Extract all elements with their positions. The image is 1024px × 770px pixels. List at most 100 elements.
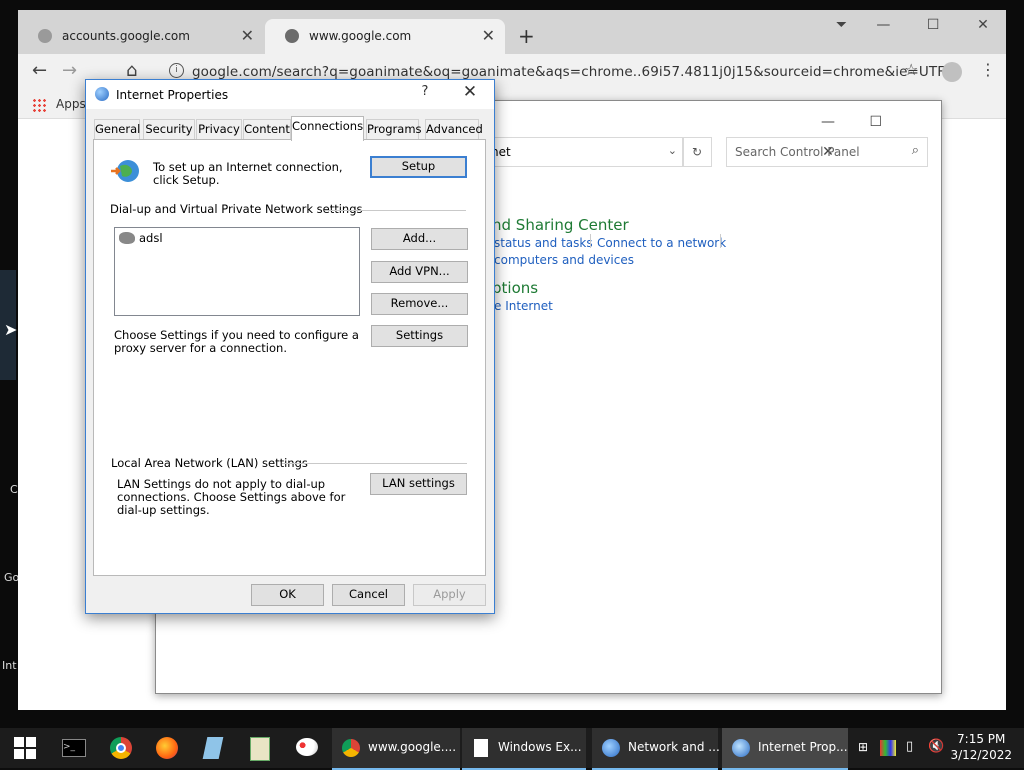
divider <box>720 234 721 248</box>
network-icon <box>602 739 620 757</box>
connections-panel: To set up an Internet connection, click … <box>93 139 486 576</box>
paint-icon[interactable] <box>292 728 322 768</box>
setup-description: To set up an Internet connection, click … <box>153 160 343 187</box>
system-clock[interactable]: 7:15 PM 3/12/2022 <box>950 731 1012 763</box>
control-panel-address-bar[interactable]: net ⌄ <box>486 137 684 167</box>
link-internet[interactable]: e Internet <box>494 299 553 313</box>
add-vpn-button[interactable]: Add VPN... <box>371 261 468 283</box>
tab-connections[interactable]: Connections <box>291 116 364 141</box>
link-view-status[interactable]: status and tasks <box>494 236 593 250</box>
group-divider <box>282 463 467 464</box>
lan-settings-button[interactable]: LAN settings <box>370 473 467 495</box>
setup-button[interactable]: Setup <box>370 156 467 178</box>
tab-advanced[interactable]: Advanced <box>425 119 483 140</box>
group-divider <box>325 210 466 211</box>
close-icon[interactable]: ✕ <box>482 26 495 45</box>
info-icon[interactable]: i <box>169 63 184 78</box>
divider <box>590 234 591 248</box>
browser-tab[interactable]: accounts.google.com ✕ <box>18 19 264 54</box>
maximize-icon[interactable]: ☐ <box>854 107 898 137</box>
chrome-icon[interactable] <box>108 728 134 768</box>
remove-button[interactable]: Remove... <box>371 293 468 315</box>
apps-bookmark[interactable]: Apps <box>56 97 86 111</box>
mouse-cursor-icon: ➤ <box>4 320 18 339</box>
link-computers-devices[interactable]: computers and devices <box>494 253 634 267</box>
taskbar-app-label: Windows Ex... <box>498 740 582 754</box>
color-tray-icon[interactable] <box>880 740 896 756</box>
chevron-down-icon[interactable]: ⌄ <box>668 144 677 157</box>
globe-icon <box>285 29 299 43</box>
home-icon[interactable]: ⌂ <box>126 60 137 81</box>
spreadsheet-icon[interactable] <box>246 728 272 768</box>
help-button[interactable]: ? <box>412 84 438 104</box>
star-icon[interactable]: ☆ <box>904 60 918 79</box>
tab-general[interactable]: General <box>94 119 140 140</box>
taskbar-app-label: www.google.... <box>368 740 457 754</box>
forward-icon[interactable]: → <box>62 60 77 81</box>
internet-connection-icon <box>110 157 140 185</box>
close-icon[interactable]: ✕ <box>960 10 1006 40</box>
clock-time: 7:15 PM <box>957 732 1006 746</box>
clock-date: 3/12/2022 <box>950 748 1012 762</box>
tab-content[interactable]: Content <box>243 119 291 140</box>
maximize-icon[interactable]: ☐ <box>910 10 956 40</box>
link-connect-network[interactable]: Connect to a network <box>597 236 726 250</box>
taskbar-app-label: Internet Prop... <box>758 740 848 754</box>
browser-tab-active[interactable]: www.google.com ✕ <box>265 19 505 54</box>
lan-group-label: Local Area Network (LAN) settings <box>111 456 308 470</box>
minimize-icon[interactable]: — <box>806 107 850 137</box>
notepad-icon[interactable] <box>200 728 226 768</box>
taskbar-app-windows-explorer[interactable]: Windows Ex... <box>462 728 586 770</box>
connection-name: adsl <box>139 231 163 245</box>
dialup-connection-icon <box>119 232 135 244</box>
firefox-icon[interactable] <box>154 728 180 768</box>
desktop-icon-label[interactable]: Int <box>2 659 17 672</box>
internet-options-icon <box>95 87 109 101</box>
taskbar-app-network[interactable]: Network and ... <box>592 728 720 770</box>
window-controls: ⏷ — ☐ ✕ <box>827 10 1006 40</box>
apps-grid-icon[interactable] <box>32 98 46 112</box>
speaker-muted-icon[interactable]: 🔇 <box>928 739 944 757</box>
category-heading-options[interactable]: ptions <box>492 279 538 297</box>
lan-description: LAN Settings do not apply to dial-up con… <box>117 477 346 517</box>
proxy-description: Choose Settings if you need to configure… <box>114 328 359 355</box>
taskbar-app-internet-properties[interactable]: Internet Prop... <box>722 728 848 770</box>
search-placeholder: Search Control Panel <box>735 145 860 159</box>
settings-button[interactable]: Settings <box>371 325 468 347</box>
back-icon[interactable]: ← <box>32 60 47 81</box>
tab-search-icon[interactable]: ⏷ <box>827 10 857 40</box>
start-button[interactable] <box>10 728 40 768</box>
taskbar-app-chrome[interactable]: www.google.... <box>332 728 460 770</box>
close-button[interactable]: ✕ <box>452 82 488 106</box>
desktop-icon-label[interactable]: Go <box>4 571 19 584</box>
internet-options-icon <box>732 739 750 757</box>
tab-privacy[interactable]: Privacy <box>196 119 242 140</box>
menu-icon[interactable]: ⋮ <box>980 60 996 79</box>
taskbar: >_ www.google.... Windows Ex... Network … <box>0 728 1024 770</box>
dialog-titlebar[interactable]: Internet Properties ? ✕ <box>86 80 494 109</box>
tab-programs[interactable]: Programs <box>366 119 422 140</box>
search-icon[interactable]: ⌕ <box>912 143 919 158</box>
dialog-title: Internet Properties <box>116 88 229 102</box>
new-tab-button[interactable]: + <box>518 24 535 48</box>
network-tray-icon[interactable]: ⊞ <box>858 740 868 756</box>
tab-security[interactable]: Security <box>143 119 195 140</box>
add-button[interactable]: Add... <box>371 228 468 250</box>
cancel-button[interactable]: Cancel <box>332 584 405 606</box>
refresh-icon[interactable]: ↻ <box>682 137 712 167</box>
internet-properties-dialog: Internet Properties ? ✕ General Security… <box>85 79 495 614</box>
minimize-icon[interactable]: — <box>860 10 906 40</box>
terminal-icon[interactable]: >_ <box>60 728 86 768</box>
connection-list[interactable]: adsl <box>114 227 360 316</box>
close-icon[interactable]: ✕ <box>241 26 254 45</box>
url-text[interactable]: google.com/search?q=goanimate&oq=goanima… <box>192 64 959 80</box>
category-heading-network[interactable]: nd Sharing Center <box>492 216 629 234</box>
browser-tab-title: www.google.com <box>309 29 412 43</box>
desktop-icon-label[interactable]: C <box>10 483 18 496</box>
ok-button[interactable]: OK <box>251 584 324 606</box>
search-input[interactable]: Search Control Panel ⌕ <box>726 137 928 167</box>
browser-tab-title: accounts.google.com <box>62 29 190 43</box>
profile-avatar-icon[interactable] <box>942 62 962 82</box>
battery-icon[interactable]: ▯ <box>906 739 913 757</box>
apply-button[interactable]: Apply <box>413 584 486 606</box>
